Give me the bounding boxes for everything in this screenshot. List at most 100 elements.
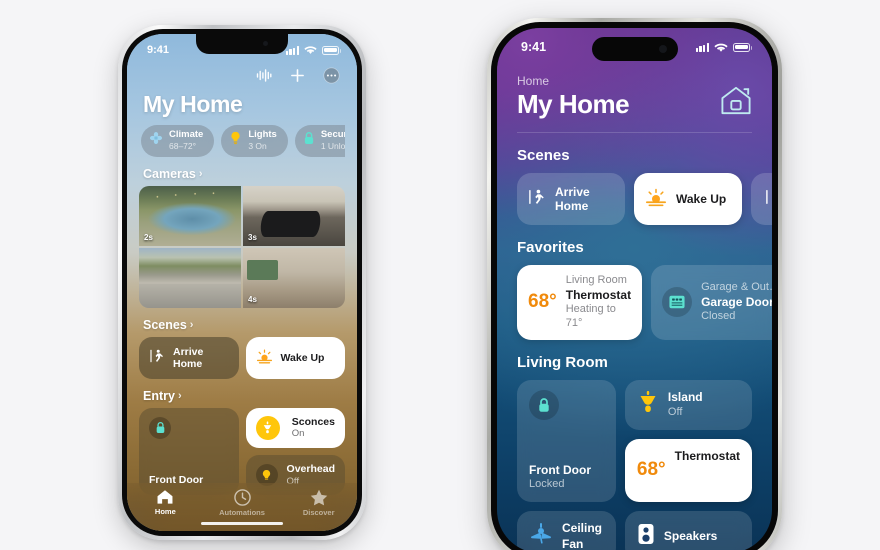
scene-wake-up[interactable]: Wake Up (245, 336, 345, 379)
status-indicators (695, 42, 752, 53)
phone-left-screen: 9:41 My Home Climate 68–72° Lights 3 On … (127, 34, 357, 531)
accessory-thermostat[interactable]: 68° Thermostat Heating to 71° (624, 438, 752, 502)
accessory-state: Locked (529, 478, 565, 491)
tab-label: Home (154, 507, 176, 516)
scene-arrive-home[interactable]: Arrive Home (517, 173, 625, 225)
status-pill-lights[interactable]: Lights 3 On (221, 125, 288, 157)
section-header-scenes[interactable]: Scenes › (143, 318, 345, 332)
phone-left-content: My Home Climate 68–72° Lights 3 On Secu … (127, 66, 357, 496)
accessory-speakers[interactable]: Speakers (624, 510, 752, 550)
add-icon[interactable] (290, 68, 305, 88)
walk-icon (765, 187, 772, 210)
scene-arrive-home[interactable]: Arrive Home (139, 336, 239, 379)
lightbulb-icon (229, 131, 242, 150)
section-header-living-room: Living Room (517, 353, 608, 371)
accessory-room: Garage & Out… (701, 280, 772, 293)
camera-grid: 2s 3s 1s 4s (139, 185, 345, 308)
waveform-icon[interactable] (256, 69, 272, 87)
accessory-name: Garage Door (701, 294, 772, 309)
camera-tile[interactable]: 1s (139, 247, 241, 308)
sconce-icon (255, 415, 280, 440)
sunrise-icon (645, 188, 667, 210)
notch (196, 34, 288, 54)
tab-discover[interactable]: Discover (280, 489, 357, 517)
accessory-state: Off (667, 405, 683, 418)
island-text: Island Off (668, 390, 703, 419)
garage-door-icon (662, 287, 693, 318)
status-pill-climate[interactable]: Climate 68–72° (141, 125, 215, 157)
breadcrumb: Home (517, 74, 550, 88)
garage-text: Garage & Out… Garage Door Closed (701, 281, 772, 324)
accessory-name: Thermostat (674, 448, 740, 463)
phone-left-bezel: 9:41 My Home Climate 68–72° Lights 3 On … (122, 29, 362, 536)
security-value: 1 Unlocked (320, 140, 345, 151)
clock-icon (233, 489, 251, 506)
cameras-label: Cameras (143, 166, 196, 181)
accessory-name: Speakers (663, 528, 718, 543)
ceiling-fan-icon (529, 523, 553, 550)
header-text: Home My Home (517, 74, 630, 120)
living-room-grid: Front Door Locked Island Off 68° Thermos… (497, 379, 772, 550)
climate-text: Climate 68–72° (169, 129, 204, 152)
front-door-text: Front Door Locked (529, 463, 591, 492)
accessory-state: On (291, 428, 305, 440)
scene-wake-up[interactable]: Wake Up (634, 173, 742, 225)
camera-tile[interactable]: 4s (243, 247, 345, 308)
accessory-sconces[interactable]: Sconces On (245, 407, 345, 449)
page-title: My Home (517, 89, 630, 119)
favorite-garage-door[interactable]: Garage & Out… Garage Door Closed (651, 265, 772, 340)
favorite-thermostat[interactable]: 68° Living Room Thermostat Heating to 71… (517, 265, 643, 340)
phone-right-bezel: 9:41 Home My Home Scenes Arrive Home Wak… (491, 22, 778, 550)
tab-automations[interactable]: Automations (204, 489, 281, 517)
sconces-text: Sconces On (292, 416, 335, 440)
accessory-state: Closed (701, 310, 736, 323)
camera-tile[interactable]: 2s (139, 185, 241, 246)
tab-label: Discover (302, 508, 335, 517)
scene-partial[interactable] (751, 173, 772, 225)
home-toolbar (139, 66, 345, 90)
accessory-name: Sconces (291, 415, 335, 428)
accessory-ceiling-fan[interactable]: Ceiling Fan (517, 510, 616, 550)
lights-text: Lights 3 On (248, 129, 277, 152)
tab-home[interactable]: Home (127, 489, 204, 516)
camera-tile[interactable]: 3s (243, 185, 345, 246)
scene-label: Arrive Home (555, 185, 590, 214)
thermostat-text: Thermostat Heating to 71° (675, 449, 740, 492)
wifi-icon (304, 46, 317, 54)
section-header-scenes: Scenes (517, 147, 570, 164)
pendant-lamp-icon (637, 390, 659, 419)
tab-bar: Home Automations Discover (127, 483, 357, 531)
accessory-name: Ceiling Fan (562, 520, 603, 550)
section-header-cameras[interactable]: Cameras › (143, 167, 345, 181)
phone-right: 9:41 Home My Home Scenes Arrive Home Wak… (487, 18, 782, 550)
status-time: 9:41 (521, 40, 547, 54)
phone-right-screen: 9:41 Home My Home Scenes Arrive Home Wak… (497, 28, 772, 550)
dynamic-island (591, 37, 678, 61)
status-pill-security[interactable]: Security 1 Unlocked (294, 125, 345, 157)
scene-label: Wake Up (280, 351, 325, 364)
house-outline-icon[interactable] (720, 85, 752, 120)
home-header: Home My Home (497, 66, 772, 120)
walk-icon (528, 187, 546, 210)
climate-icon (149, 131, 163, 150)
chevron-right-icon: › (177, 389, 182, 402)
walk-icon (149, 348, 165, 367)
security-text: Security 1 Unlocked (320, 129, 345, 152)
accessory-front-door[interactable]: Front Door Locked (517, 379, 616, 502)
thermostat-temperature: 68° (636, 459, 666, 481)
entry-label: Entry (143, 388, 175, 403)
accessory-island[interactable]: Island Off (624, 379, 752, 430)
climate-value: 68–72° (169, 140, 197, 151)
status-indicators (285, 45, 341, 55)
chevron-right-icon: › (198, 167, 203, 180)
accessory-state: Heating to 71° (565, 303, 616, 330)
home-indicator[interactable] (201, 521, 283, 525)
header-divider (517, 132, 752, 133)
more-icon[interactable] (323, 67, 340, 89)
sunrise-icon (256, 349, 273, 367)
climate-label: Climate (169, 129, 204, 140)
battery-icon (322, 45, 341, 55)
scenes-scroller[interactable]: Arrive Home Wake Up (497, 173, 772, 225)
section-header-favorites: Favorites (517, 239, 584, 256)
section-header-entry[interactable]: Entry › (143, 389, 345, 403)
